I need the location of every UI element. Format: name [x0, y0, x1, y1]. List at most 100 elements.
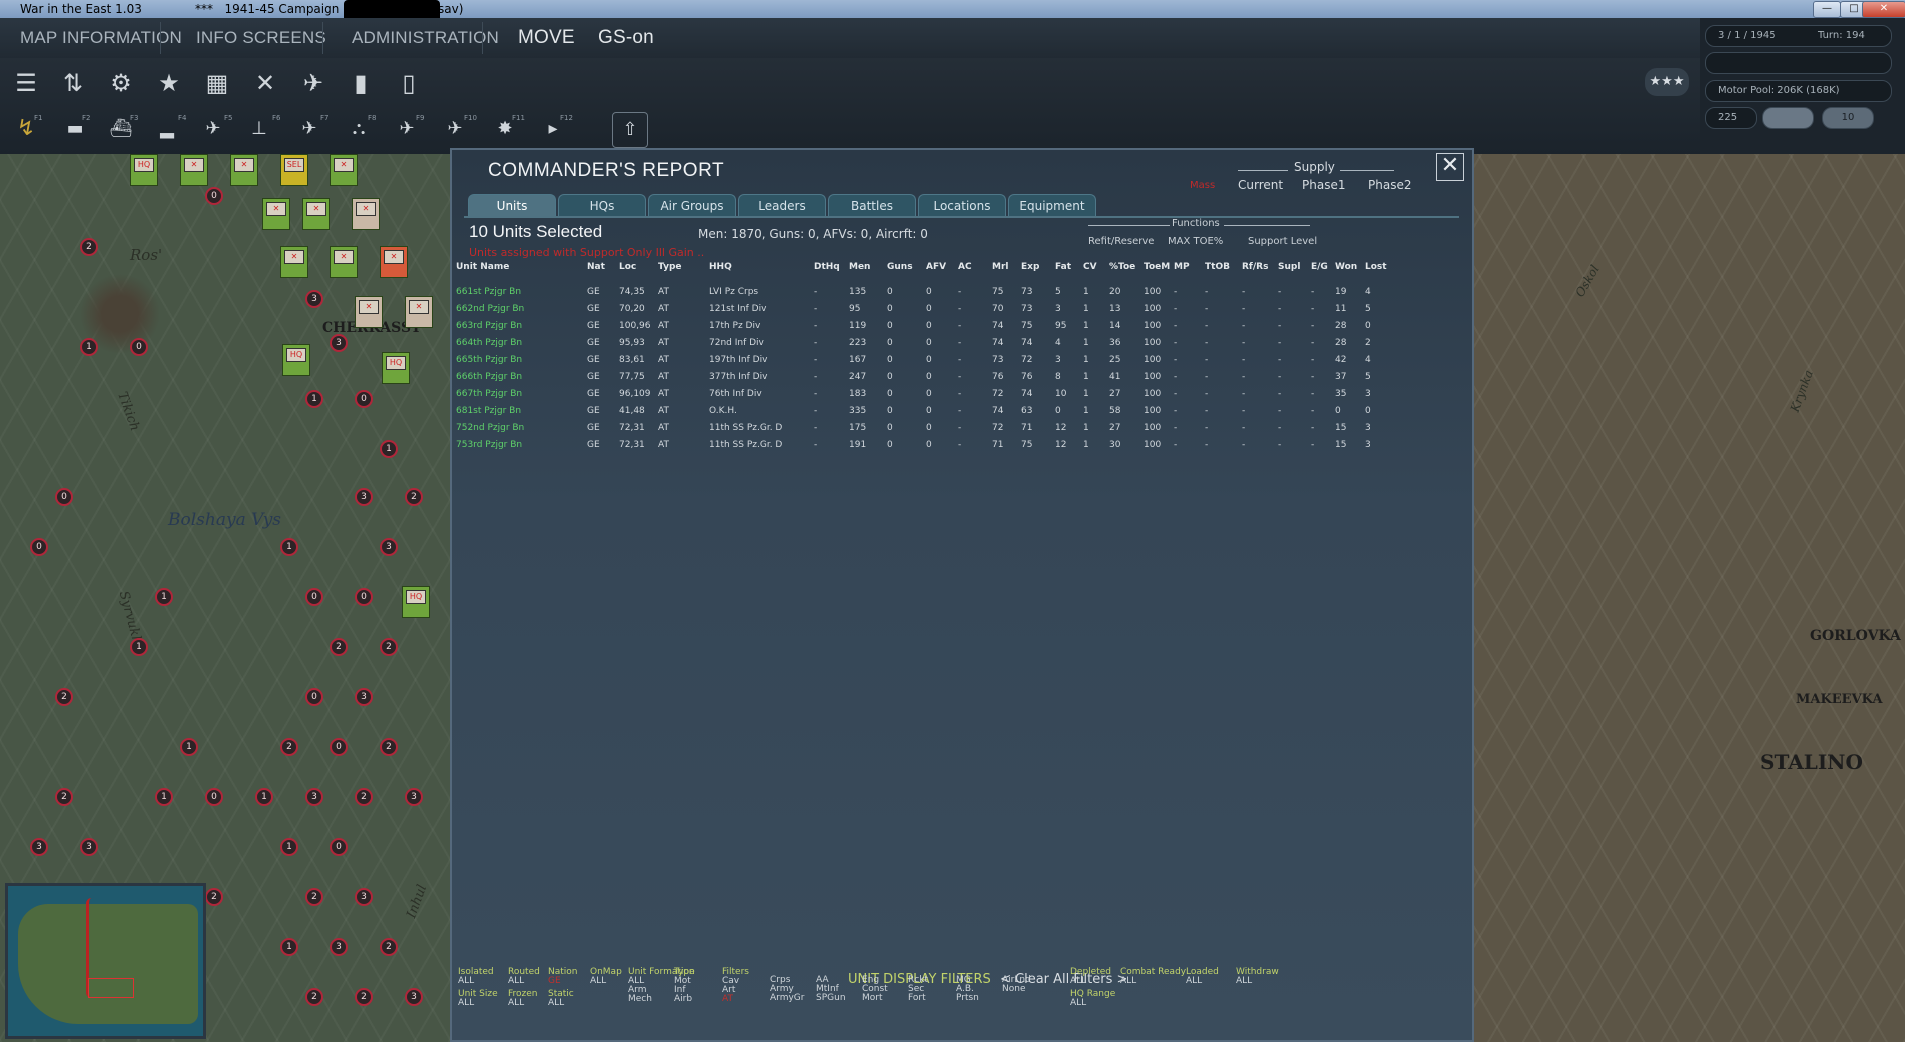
column-header[interactable]: CV [1083, 260, 1109, 274]
enemy-marker[interactable]: 0 [205, 788, 223, 806]
unit-counter[interactable]: ✕ [262, 198, 290, 230]
enemy-marker[interactable]: 2 [80, 238, 98, 256]
enemy-marker[interactable]: 2 [55, 688, 73, 706]
enemy-marker[interactable]: 3 [405, 988, 423, 1006]
filter-value[interactable]: ALL [1070, 999, 1115, 1008]
filter-value[interactable]: ALL [1120, 977, 1186, 986]
enemy-marker[interactable]: 1 [305, 390, 323, 408]
column-header[interactable]: Supl [1278, 260, 1311, 274]
column-header[interactable]: DtHq [814, 260, 849, 274]
filter-group[interactable]: Nation GE [548, 968, 578, 986]
filter-value[interactable]: ALL [590, 977, 622, 986]
satellite-icon[interactable]: ✈ [296, 66, 330, 100]
map-right[interactable]: Oskol Krynka GORLOVKA MAKEEVKA STALINO [1470, 154, 1905, 1042]
column-header[interactable]: MP [1174, 260, 1205, 274]
enemy-marker[interactable]: 1 [155, 588, 173, 606]
sliders-icon[interactable]: ⇅ [56, 66, 90, 100]
filter-value[interactable]: ALL [1070, 977, 1111, 986]
filter-group[interactable]: Routed ALL [508, 968, 540, 986]
close-window-button[interactable]: ✕ [1862, 1, 1905, 18]
filter-value[interactable]: ALL [458, 999, 498, 1008]
filter-group[interactable]: Loaded ALL [1186, 968, 1219, 986]
menu-info-screens[interactable]: INFO SCREENS [196, 28, 326, 48]
enemy-marker[interactable]: 0 [205, 187, 223, 205]
menu-administration[interactable]: ADMINISTRATION [352, 28, 499, 48]
unit-name-cell[interactable]: 681st Pzjgr Bn [456, 402, 587, 419]
filter-group[interactable]: Crps Army ArmyGr [770, 976, 804, 1003]
enemy-marker[interactable]: 2 [380, 938, 398, 956]
close-dialog-button[interactable]: ✕ [1436, 153, 1464, 181]
filter-value[interactable]: ALL [1186, 977, 1219, 986]
filter-value[interactable]: ALL [1236, 977, 1279, 986]
column-header[interactable]: Unit Name [456, 260, 587, 274]
column-header[interactable]: Rf/Rs [1242, 260, 1278, 274]
table-row[interactable]: 661st Pzjgr Bn GE 74,35 AT LVI Pz Crps - 135 0 0… [456, 283, 1395, 300]
enemy-marker[interactable]: 1 [155, 788, 173, 806]
table-row[interactable]: 665th Pzjgr Bn GE 83,61 AT 197th Inf Div - 167… [456, 351, 1395, 368]
unit-name-cell[interactable]: 667th Pzjgr Bn [456, 385, 587, 402]
function-max-toe[interactable]: MAX TOE% [1168, 236, 1223, 247]
filter-group[interactable]: Combat Ready ALL [1120, 968, 1186, 986]
enemy-marker[interactable]: 2 [355, 788, 373, 806]
filter-value[interactable]: Airb [674, 995, 695, 1004]
enemy-marker[interactable]: 3 [355, 888, 373, 906]
filter-group[interactable]: HQ Range ALL [1070, 990, 1115, 1008]
table-row[interactable]: 663rd Pzjgr Bn GE 100,96 AT 17th Pz Div - 119 0… [456, 317, 1395, 334]
minimap[interactable] [5, 883, 206, 1039]
enemy-marker[interactable]: 1 [280, 838, 298, 856]
move-mode-label[interactable]: MOVE [518, 27, 575, 49]
unit-counter[interactable]: ✕ [380, 246, 408, 278]
table-row[interactable]: 667th Pzjgr Bn GE 96,109 AT 76th Inf Div - 183… [456, 385, 1395, 402]
supply-phase2[interactable]: Phase2 [1368, 178, 1411, 192]
slider-box[interactable] [1762, 107, 1814, 129]
enemy-marker[interactable]: 1 [280, 938, 298, 956]
filter-group[interactable]: AirLnd None [1002, 976, 1031, 994]
filter-group[interactable]: AA MtInf SPGun [816, 976, 846, 1003]
column-header[interactable]: Mrl [992, 260, 1021, 274]
enemy-marker[interactable]: 2 [305, 888, 323, 906]
column-header[interactable]: E/G [1311, 260, 1335, 274]
gear-icon[interactable]: ⚙ [104, 66, 138, 100]
unit-counter[interactable]: ✕ [355, 296, 383, 328]
filter-value[interactable]: ArmyGr [770, 994, 804, 1003]
unit-name-cell[interactable]: 752nd Pzjgr Bn [456, 419, 587, 436]
supply-phase1[interactable]: Phase1 [1302, 178, 1345, 192]
upload-icon[interactable]: ⇧ [612, 112, 648, 148]
enemy-marker[interactable]: 2 [305, 988, 323, 1006]
enemy-marker[interactable]: 2 [330, 638, 348, 656]
enemy-marker[interactable]: 3 [30, 838, 48, 856]
tab-equipment[interactable]: Equipment [1008, 194, 1096, 217]
enemy-marker[interactable]: 2 [380, 638, 398, 656]
airfield-icon[interactable]: ⊥ [242, 112, 276, 146]
filter-group[interactable]: Rckt Sec Fort [908, 976, 928, 1003]
enemy-marker[interactable]: 0 [305, 688, 323, 706]
column-header[interactable]: Lost [1365, 260, 1395, 274]
rank-stars-button[interactable]: ★★★ [1645, 68, 1689, 96]
enemy-marker[interactable]: 0 [330, 838, 348, 856]
crossed-arrows-icon[interactable]: ✕ [248, 66, 282, 100]
unit-counter[interactable]: SEL [280, 154, 308, 186]
unit-counter[interactable]: ✕ [302, 198, 330, 230]
enemy-marker[interactable]: 3 [405, 788, 423, 806]
filter-group[interactable]: Static ALL [548, 990, 574, 1008]
filter-group[interactable]: OnMap ALL [590, 968, 622, 986]
column-header[interactable]: %Toe [1109, 260, 1144, 274]
filter-value[interactable]: ALL [458, 977, 494, 986]
enemy-marker[interactable]: 1 [380, 440, 398, 458]
unit-name-cell[interactable]: 662nd Pzjgr Bn [456, 300, 587, 317]
unit-counter[interactable]: HQ [382, 352, 410, 384]
unit-counter[interactable]: ✕ [330, 246, 358, 278]
table-row[interactable]: 681st Pzjgr Bn GE 41,48 AT O.K.H. - 335 0 0 - 74 63… [456, 402, 1395, 419]
filter-value[interactable]: ALL [508, 999, 538, 1008]
enemy-marker[interactable]: 2 [280, 738, 298, 756]
filter-value[interactable]: Fort [908, 994, 928, 1003]
unit-counter[interactable]: HQ [130, 154, 158, 186]
column-header[interactable]: AFV [926, 260, 958, 274]
tab-battles[interactable]: Battles [828, 194, 916, 217]
unit-name-cell[interactable]: 661st Pzjgr Bn [456, 283, 587, 300]
column-header[interactable]: HHQ [709, 260, 814, 274]
column-header[interactable]: Fat [1055, 260, 1083, 274]
column-header[interactable]: Nat [587, 260, 619, 274]
enemy-marker[interactable]: 1 [255, 788, 273, 806]
tab-hqs[interactable]: HQs [558, 194, 646, 217]
